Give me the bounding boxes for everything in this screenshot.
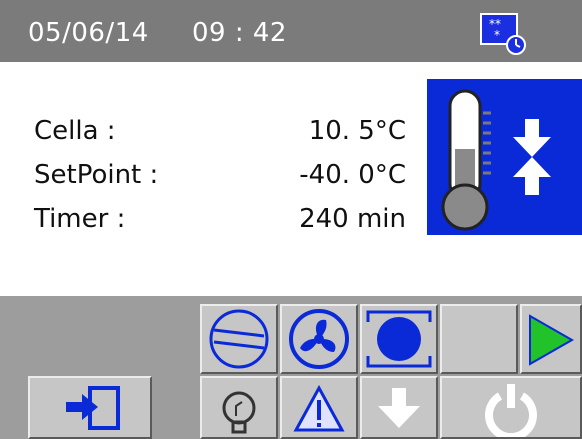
light-bulb-icon	[222, 391, 256, 434]
time-label: 09 : 42	[192, 18, 287, 48]
exit-button[interactable]	[28, 376, 152, 439]
power-icon	[485, 384, 537, 437]
defrost-dot-icon	[366, 310, 432, 368]
reading-row-timer: Timer : 240 min	[34, 204, 406, 240]
reading-value: 10. 5°C	[308, 116, 406, 146]
compressor-icon	[209, 309, 269, 369]
svg-text:*: *	[494, 28, 500, 42]
down-button[interactable]	[360, 376, 438, 439]
readings-area: Cella : 10. 5°C SetPoint : -40. 0°C Time…	[0, 62, 582, 296]
blank-slot	[440, 304, 518, 374]
fan-button[interactable]	[280, 304, 358, 374]
snowflake-timer-icon: ** *	[480, 13, 528, 57]
power-button[interactable]	[440, 376, 582, 439]
reading-label: Timer :	[34, 204, 126, 234]
reading-value: -40. 0°C	[299, 160, 406, 190]
fan-icon	[289, 309, 349, 369]
arrow-down-icon	[378, 388, 420, 428]
temperature-panel[interactable]	[427, 79, 582, 235]
status-bar: 05/06/14 09 : 42 ** *	[0, 0, 582, 62]
reading-value: 240 min	[299, 204, 406, 234]
controls-area	[0, 296, 582, 439]
reading-label: SetPoint :	[34, 160, 159, 190]
exit-icon	[66, 386, 120, 430]
alarm-icon	[293, 384, 345, 432]
compress-arrows-icon	[513, 119, 551, 195]
defrost-button[interactable]	[360, 304, 438, 374]
play-icon	[529, 314, 575, 366]
thermometer-icon	[441, 89, 551, 231]
reading-row-setpoint: SetPoint : -40. 0°C	[34, 160, 406, 196]
start-button[interactable]	[520, 304, 582, 374]
light-button[interactable]	[200, 376, 278, 439]
reading-label: Cella :	[34, 116, 116, 146]
reading-row-cella: Cella : 10. 5°C	[34, 116, 406, 152]
compressor-button[interactable]	[200, 304, 278, 374]
date-label: 05/06/14	[28, 18, 149, 48]
alarm-button[interactable]	[280, 376, 358, 439]
